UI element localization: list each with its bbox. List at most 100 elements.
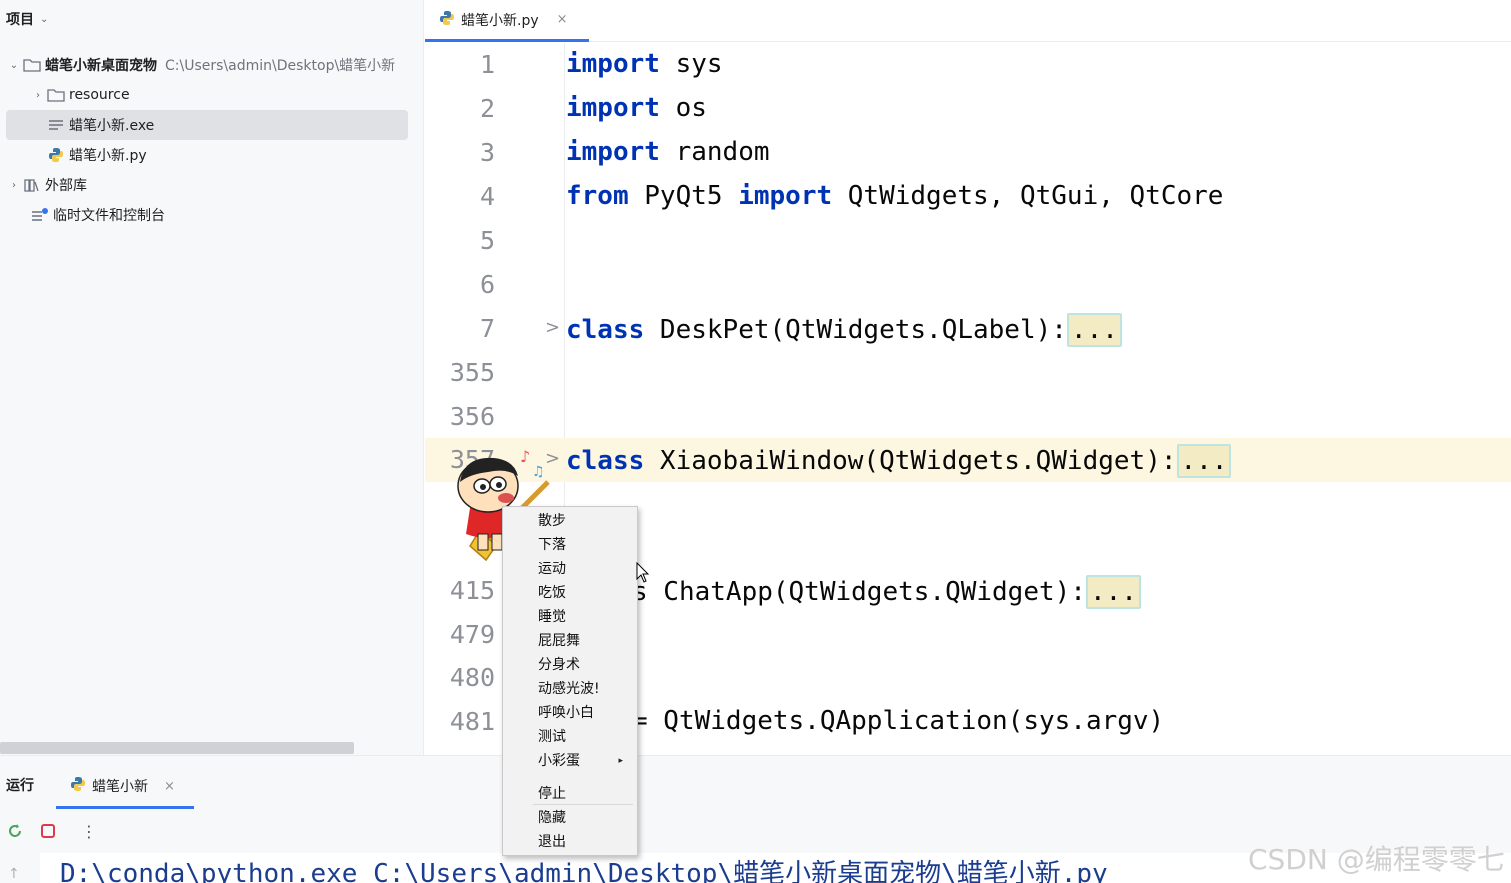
tree-item-exe[interactable]: 蜡笔小新.exe	[6, 110, 408, 140]
python-file-icon	[439, 10, 455, 30]
editor-tab-active[interactable]: 蜡笔小新.py ×	[425, 0, 589, 42]
run-tab[interactable]: 蜡笔小新 ×	[56, 766, 194, 809]
menu-item-clone[interactable]: 分身术	[503, 653, 637, 677]
line-number: 480	[449, 663, 495, 692]
collapsed-region[interactable]: ...	[1066, 313, 1122, 347]
menu-item-action-beam[interactable]: 动感光波!	[503, 677, 637, 701]
line-number: 1	[479, 50, 495, 79]
project-panel-title: 项目	[6, 12, 34, 28]
line-number: 7	[479, 314, 495, 343]
project-panel-header[interactable]: 项目 ⌄	[6, 9, 48, 29]
tree-item-label: 蜡笔小新.py	[69, 148, 147, 164]
close-icon[interactable]: ×	[557, 12, 568, 27]
menu-item-test[interactable]: 测试	[503, 725, 637, 749]
tree-item-project-root[interactable]: ⌄ 蜡笔小新桌面宠物 C:\Users\admin\Desktop\蜡笔小新	[6, 50, 408, 80]
code-line[interactable]: 3 import random	[425, 131, 1511, 175]
tree-item-label: 外部库	[45, 178, 87, 194]
chevron-down-icon[interactable]: ⌄	[40, 14, 48, 25]
project-root-name: 蜡笔小新桌面宠物	[45, 58, 157, 74]
menu-item-easter-egg[interactable]: 小彩蛋 ▸	[503, 749, 637, 773]
line-number: 2	[479, 94, 495, 123]
code-text: DeskPet(QtWidgets.QLabel):	[644, 315, 1067, 345]
menu-item-fall[interactable]: 下落	[503, 533, 637, 557]
tree-item-label: 临时文件和控制台	[53, 208, 165, 224]
code-line[interactable]: 7 > class DeskPet(QtWidgets.QLabel):...	[425, 307, 1511, 351]
project-panel: 项目 ⌄ ⌄ 蜡笔小新桌面宠物 C:\Users\admin\Desktop\蜡…	[0, 0, 424, 755]
rerun-icon[interactable]	[4, 820, 26, 842]
svg-text:♫: ♫	[532, 464, 545, 480]
keyword: import	[566, 93, 660, 123]
run-tab-label: 蜡笔小新	[92, 779, 148, 795]
keyword: import	[566, 49, 660, 79]
tree-item-py[interactable]: 蜡笔小新.py	[6, 140, 408, 170]
code-line[interactable]: 2 import os	[425, 87, 1511, 131]
menu-item-hide[interactable]: 隐藏	[503, 806, 637, 830]
code-text: s ChatApp(QtWidgets.QWidget):	[632, 577, 1086, 607]
code-line[interactable]: 1 import sys	[425, 43, 1511, 87]
line-number: 415	[449, 576, 495, 605]
code-line[interactable]: 6	[425, 263, 1511, 307]
folder-icon	[46, 87, 66, 103]
code-line[interactable]: 5	[425, 219, 1511, 263]
code-line[interactable]: 4 from PyQt5 import QtWidgets, QtGui, Qt…	[425, 175, 1511, 219]
line-number: 3	[479, 138, 495, 167]
menu-item-butt-dance[interactable]: 屁屁舞	[503, 629, 637, 653]
collapsed-region[interactable]: ...	[1085, 575, 1141, 609]
chevron-right-icon[interactable]: ›	[6, 180, 22, 191]
keyword: class	[566, 315, 645, 345]
line-number: 4	[479, 182, 495, 211]
code-line[interactable]: 356	[425, 395, 1511, 439]
code-line[interactable]: 355	[425, 351, 1511, 395]
run-panel-title: 运行	[6, 778, 34, 794]
line-number: 6	[479, 270, 495, 299]
chevron-right-icon[interactable]: ›	[30, 90, 46, 101]
python-file-icon	[70, 776, 86, 796]
line-number: 5	[479, 226, 495, 255]
python-file-icon	[46, 147, 66, 163]
library-icon	[22, 177, 42, 193]
scroll-up-arrow-icon[interactable]: ↑	[8, 866, 20, 882]
stop-icon[interactable]	[37, 820, 59, 842]
keyword: from	[566, 181, 629, 211]
editor-tab-bar: 蜡笔小新.py ×	[425, 0, 1511, 42]
close-icon[interactable]: ×	[164, 779, 175, 794]
menu-item-quit[interactable]: 退出	[503, 830, 637, 854]
svg-text:♪: ♪	[520, 447, 530, 466]
tree-item-external-libraries[interactable]: › 外部库	[6, 170, 408, 200]
code-line-current[interactable]: 357 > class XiaobaiWindow(QtWidgets.QWid…	[425, 438, 1511, 482]
line-number: 356	[449, 402, 495, 431]
editor-tab-label: 蜡笔小新.py	[461, 12, 539, 29]
console-command-line: D:\conda\python.exe C:\Users\admin\Deskt…	[60, 859, 1108, 883]
keyword: import	[566, 137, 660, 167]
code-text: = QtWidgets.QApplication(sys.argv)	[632, 706, 1165, 736]
code-text: PyQt5	[628, 181, 739, 211]
code-text: os	[659, 93, 707, 123]
line-number: 355	[449, 358, 495, 387]
watermark: CSDN @编程零零七	[1248, 843, 1505, 876]
code-text: XiaobaiWindow(QtWidgets.QWidget):	[644, 446, 1177, 476]
horizontal-scrollbar[interactable]	[0, 742, 354, 754]
tree-item-label: 蜡笔小新.exe	[69, 118, 155, 134]
line-number: 481	[449, 707, 495, 736]
tree-item-resource[interactable]: › resource	[6, 80, 408, 110]
keyword: import	[738, 181, 833, 211]
fold-chevron-icon[interactable]: >	[545, 317, 560, 338]
scratches-icon	[30, 207, 50, 223]
text-file-icon	[46, 117, 66, 133]
menu-item-sleep[interactable]: 睡觉	[503, 605, 637, 629]
menu-item-stop[interactable]: 停止	[503, 782, 637, 806]
more-options-icon[interactable]: ⋮	[78, 820, 100, 842]
menu-item-walk[interactable]: 散步	[503, 509, 637, 533]
code-text: sys	[659, 49, 723, 79]
tree-item-scratches[interactable]: 临时文件和控制台	[6, 200, 408, 230]
code-text: random	[659, 137, 770, 167]
line-number: 479	[449, 620, 495, 649]
chevron-down-icon[interactable]: ⌄	[6, 60, 22, 71]
menu-item-call-shiro[interactable]: 呼唤小白	[503, 701, 637, 725]
project-root-path: C:\Users\admin\Desktop\蜡笔小新	[165, 58, 396, 74]
menu-item-exercise[interactable]: 运动	[503, 557, 637, 581]
collapsed-region[interactable]: ...	[1176, 444, 1232, 478]
menu-item-eat[interactable]: 吃饭	[503, 581, 637, 605]
menu-item-label: 小彩蛋	[538, 753, 580, 769]
keyword: class	[566, 446, 645, 476]
